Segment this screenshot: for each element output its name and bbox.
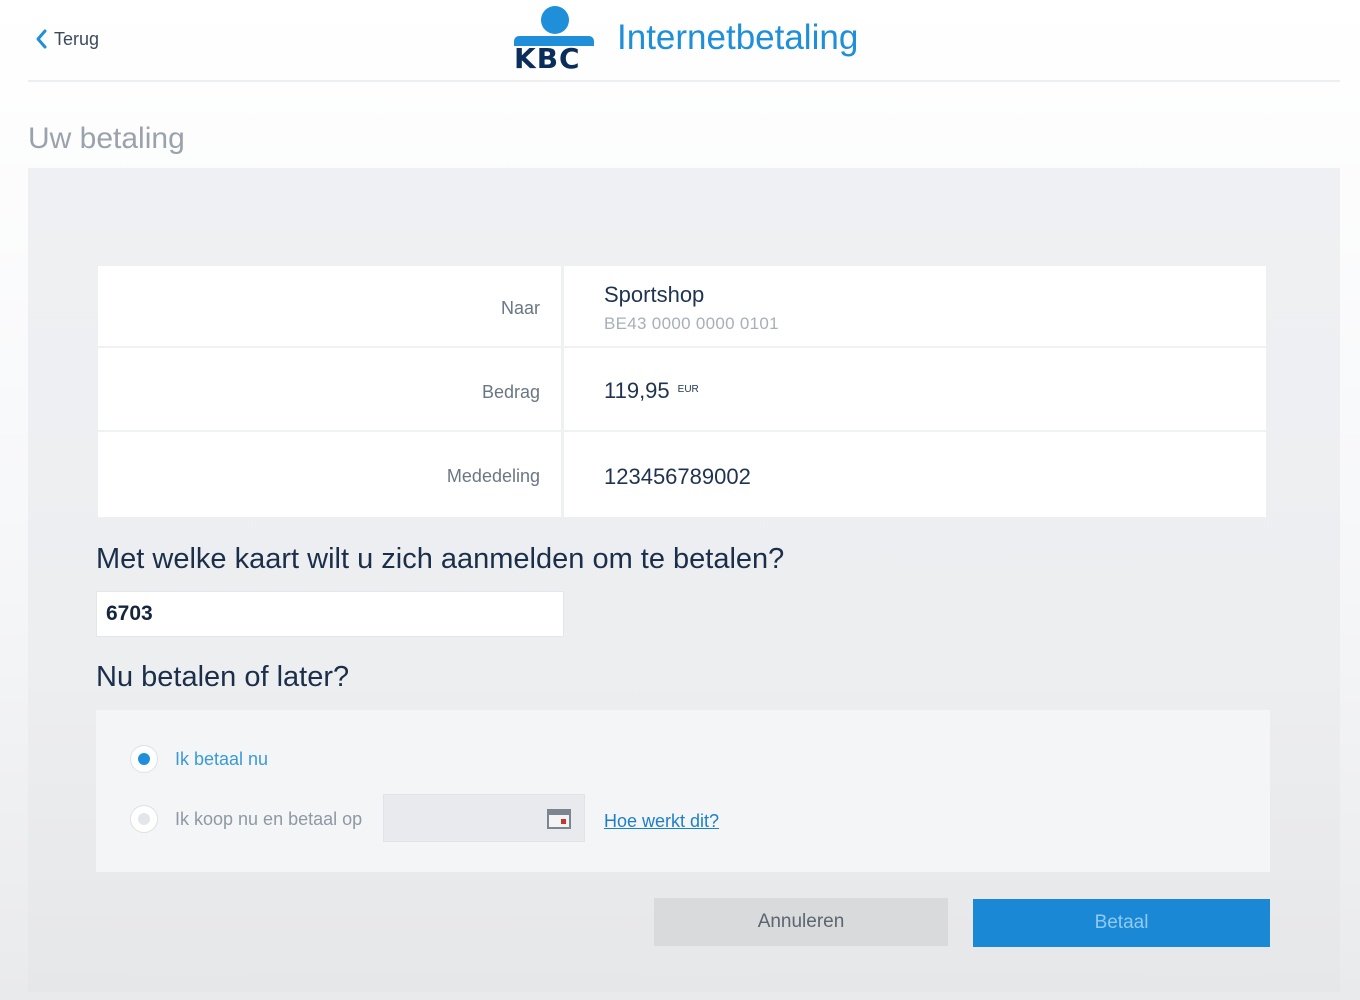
table-row-amount: Bedrag 119,95 EUR xyxy=(98,350,1266,432)
pay-button[interactable]: Betaal xyxy=(973,899,1270,947)
table-row-recipient: Naar Sportshop BE43 0000 0000 0101 xyxy=(98,266,1266,348)
header-divider xyxy=(28,80,1340,82)
message-value: 123456789002 xyxy=(604,464,751,489)
recipient-iban: BE43 0000 0000 0101 xyxy=(604,314,779,333)
amount-label: Bedrag xyxy=(481,382,540,402)
radio-dot xyxy=(138,813,150,825)
pay-timing-question: Nu betalen of later? xyxy=(96,661,350,693)
radio-pay-now[interactable] xyxy=(130,745,158,773)
header: Terug KBC Internetbetaling xyxy=(0,0,1360,82)
pay-later-label[interactable]: Ik koop nu en betaal op xyxy=(175,809,362,830)
cancel-button[interactable]: Annuleren xyxy=(654,898,948,946)
recipient-name: Sportshop xyxy=(604,282,705,307)
pay-later-date-field[interactable] xyxy=(383,794,585,842)
app-title: Internetbetaling xyxy=(617,18,859,57)
card-number-input[interactable] xyxy=(96,591,564,637)
calendar-icon[interactable] xyxy=(547,809,571,829)
logo-person-shape xyxy=(541,6,569,34)
radio-pay-later[interactable] xyxy=(130,805,158,833)
recipient-label: Naar xyxy=(500,298,540,318)
payment-options: Ik betaal nu Ik koop nu en betaal op Hoe… xyxy=(96,710,1270,872)
pay-now-label[interactable]: Ik betaal nu xyxy=(175,749,268,770)
back-label: Terug xyxy=(54,28,100,49)
kbc-logo: KBC xyxy=(514,6,596,75)
back-link[interactable]: Terug xyxy=(34,28,99,50)
amount-currency: EUR xyxy=(677,384,699,395)
payment-details-table: Naar Sportshop BE43 0000 0000 0101 Bedra… xyxy=(98,266,1266,517)
message-label: Mededeling xyxy=(446,466,540,486)
logo-wordmark: KBC xyxy=(514,42,581,75)
how-does-it-work-link[interactable]: Hoe werkt dit? xyxy=(604,811,719,832)
radio-dot xyxy=(138,753,150,765)
page-title: Uw betaling xyxy=(28,122,185,155)
table-row-message: Mededeling 123456789002 xyxy=(98,434,1266,516)
chevron-left-icon xyxy=(36,29,47,49)
amount-value-group: 119,95 EUR xyxy=(604,378,699,404)
card-question: Met welke kaart wilt u zich aanmelden om… xyxy=(96,543,785,575)
amount-value: 119,95 xyxy=(604,378,670,403)
